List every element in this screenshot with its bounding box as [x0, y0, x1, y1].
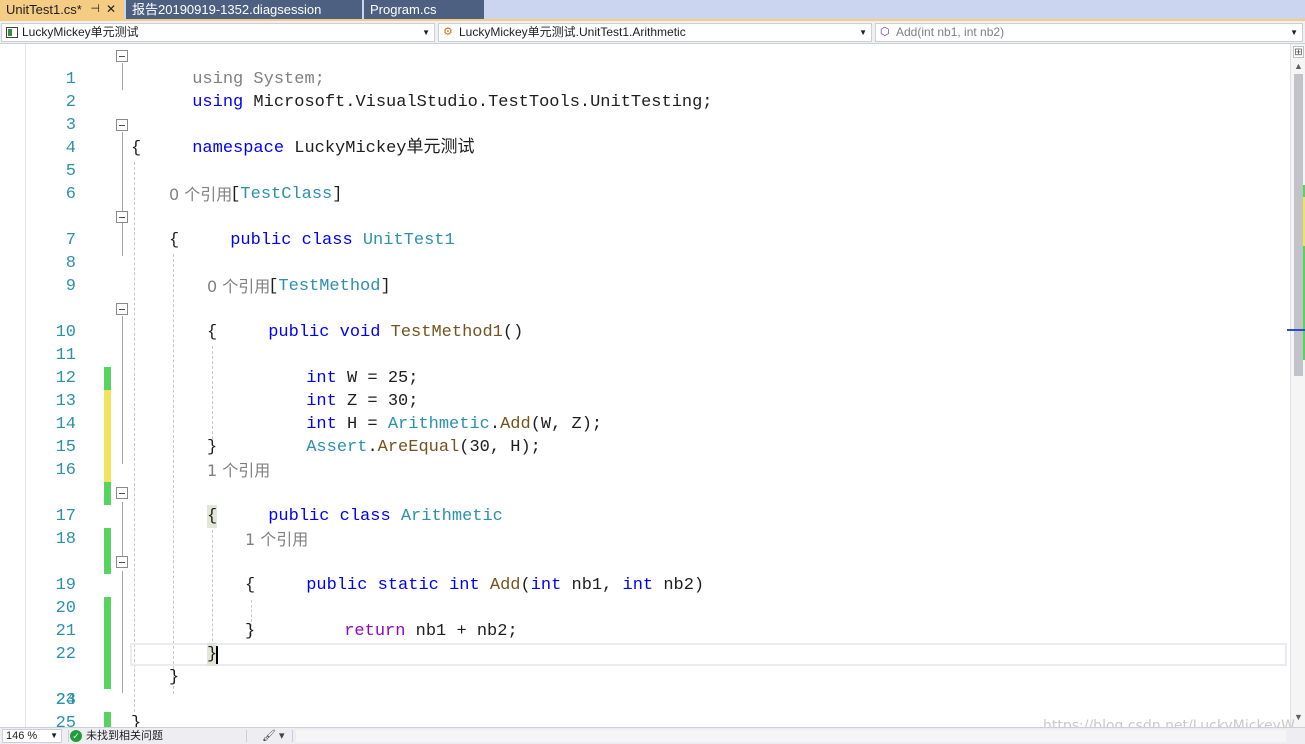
- caret-position-marker: [1287, 329, 1305, 331]
- navigation-bar: LuckyMickey单元测试 ▼ ⚙ LuckyMickey单元测试.Unit…: [0, 21, 1305, 44]
- code-line[interactable]: 5 {: [0, 137, 1290, 181]
- code-text: }: [207, 438, 218, 457]
- tab-label: 报告20190919-1352.diagsession: [132, 2, 322, 17]
- text-caret: [216, 646, 218, 664]
- code-line[interactable]: 3: [0, 91, 1290, 135]
- document-tab-strip: UnitTest1.cs* ⊣ ✕ 报告20190919-1352.diagse…: [0, 0, 1305, 21]
- chevron-down-icon[interactable]: ▼: [50, 730, 58, 742]
- code-text: {: [245, 576, 256, 595]
- code-text: {: [169, 231, 180, 250]
- code-line[interactable]: 4 namespace LuckyMickey单元测试: [0, 114, 1290, 158]
- code-line[interactable]: 22 }: [0, 620, 1290, 689]
- code-cleanup-icon[interactable]: 🖌 ▾: [262, 729, 285, 743]
- close-icon[interactable]: ✕: [106, 0, 116, 19]
- codelens-references[interactable]: 0 个引用: [169, 183, 232, 206]
- horizontal-scrollbar[interactable]: [296, 730, 1286, 742]
- scroll-down-icon[interactable]: ▼: [1294, 712, 1303, 722]
- code-line[interactable]: 21 return nb1 + nb2;: [0, 597, 1290, 666]
- collapse-icon[interactable]: [116, 119, 128, 131]
- code-line[interactable]: 19 public static int Add(int nb1, int nb…: [0, 551, 1290, 620]
- collapse-icon[interactable]: [116, 487, 128, 499]
- code-line[interactable]: 18 {: [0, 505, 1290, 574]
- tab-label: UnitTest1.cs*: [6, 2, 82, 17]
- collapse-icon[interactable]: [116, 556, 128, 568]
- code-line[interactable]: 8 {: [0, 229, 1290, 273]
- code-line[interactable]: 24 }: [0, 666, 1290, 727]
- collapse-icon[interactable]: [116, 211, 128, 223]
- codelens-references[interactable]: 1 个引用: [207, 459, 270, 482]
- zoom-value: 146 %: [6, 730, 38, 742]
- code-line[interactable]: 7 public class UnitTest1: [0, 206, 1290, 250]
- codelens-line: 1 个引用: [0, 528, 1290, 574]
- type-dropdown[interactable]: ⚙ LuckyMickey单元测试.UnitTest1.Arithmetic ▼: [438, 23, 872, 42]
- codelens-references[interactable]: 1 个引用: [245, 528, 308, 551]
- code-line[interactable]: 9 [TestMethod]: [0, 252, 1290, 296]
- zoom-dropdown[interactable]: 146 % ▼: [2, 729, 62, 743]
- tab-program[interactable]: Program.cs: [364, 0, 484, 19]
- issues-indicator[interactable]: ✓ 未找到相关问题: [70, 729, 163, 743]
- project-dropdown[interactable]: LuckyMickey单元测试 ▼: [1, 23, 435, 42]
- codelens-line: 1 个引用: [0, 459, 1290, 505]
- project-icon: [6, 27, 18, 38]
- code-line[interactable]: 11 {: [0, 321, 1290, 390]
- vertical-scrollbar[interactable]: ⊞ ▲ ▼: [1290, 44, 1305, 727]
- divider: [246, 730, 247, 742]
- chevron-down-icon[interactable]: ▼: [859, 24, 867, 41]
- collapse-icon[interactable]: [116, 50, 128, 62]
- pin-icon[interactable]: ⊣: [90, 0, 100, 19]
- code-line[interactable]: 10 public void TestMethod1(): [0, 298, 1290, 342]
- divider: [68, 730, 69, 742]
- code-line[interactable]: 12 int W = 25;: [0, 344, 1290, 413]
- editor-status-strip: 146 % ▼ ✓ 未找到相关问题 🖌 ▾: [0, 727, 1305, 744]
- member-dropdown[interactable]: ⬡ Add(int nb1, int nb2) ▼: [875, 23, 1303, 42]
- codelens-references[interactable]: 0 个引用: [207, 275, 270, 298]
- issues-text: 未找到相关问题: [86, 730, 163, 742]
- type-dropdown-value: LuckyMickey单元测试.UnitTest1.Arithmetic: [459, 25, 686, 39]
- tab-label: Program.cs: [370, 2, 437, 17]
- codelens-line: 0 个引用: [0, 275, 1290, 298]
- code-line[interactable]: 13 int Z = 30;: [0, 367, 1290, 436]
- collapse-icon[interactable]: [116, 303, 128, 315]
- code-line[interactable]: 20 {: [0, 574, 1290, 643]
- matched-brace: {: [207, 505, 218, 528]
- code-text: {: [207, 323, 218, 342]
- split-window-icon[interactable]: ⊞: [1293, 46, 1304, 58]
- current-code-line[interactable]: 23 }: [0, 643, 1290, 727]
- method-icon: ⬡: [880, 26, 890, 38]
- check-circle-icon: ✓: [70, 730, 82, 742]
- divider: [292, 730, 293, 742]
- code-line[interactable]: 6 [TestClass]: [0, 160, 1290, 204]
- project-dropdown-value: LuckyMickey单元测试: [22, 25, 139, 39]
- code-line[interactable]: 25: [0, 689, 1290, 727]
- code-line[interactable]: 1 using System;: [0, 45, 1290, 89]
- chevron-down-icon[interactable]: ▼: [422, 24, 430, 41]
- code-text: }: [131, 714, 142, 727]
- code-line[interactable]: 15 Assert.AreEqual(30, H);: [0, 413, 1290, 482]
- code-text: {: [131, 139, 142, 158]
- member-dropdown-value: Add(int nb1, int nb2): [896, 25, 1005, 39]
- code-editor[interactable]: 1 using System; 2 using Microsoft.Visual…: [0, 44, 1290, 727]
- scroll-up-icon[interactable]: ▲: [1294, 61, 1303, 71]
- class-icon: ⚙: [443, 26, 453, 38]
- codelens-line: 0 个引用: [0, 183, 1290, 206]
- code-text: }: [245, 622, 256, 641]
- tab-diagsession[interactable]: 报告20190919-1352.diagsession: [126, 0, 362, 19]
- code-line[interactable]: 2 using Microsoft.VisualStudio.TestTools…: [0, 68, 1290, 112]
- code-line[interactable]: 17 public class Arithmetic: [0, 482, 1290, 551]
- tab-unittest1[interactable]: UnitTest1.cs* ⊣ ✕: [0, 0, 124, 19]
- chevron-down-icon[interactable]: ▼: [1290, 24, 1298, 41]
- code-line[interactable]: 14 int H = Arithmetic.Add(W, Z);: [0, 390, 1290, 459]
- code-text: }: [169, 668, 180, 687]
- current-line-highlight: [130, 643, 1287, 666]
- code-line[interactable]: 16 }: [0, 436, 1290, 505]
